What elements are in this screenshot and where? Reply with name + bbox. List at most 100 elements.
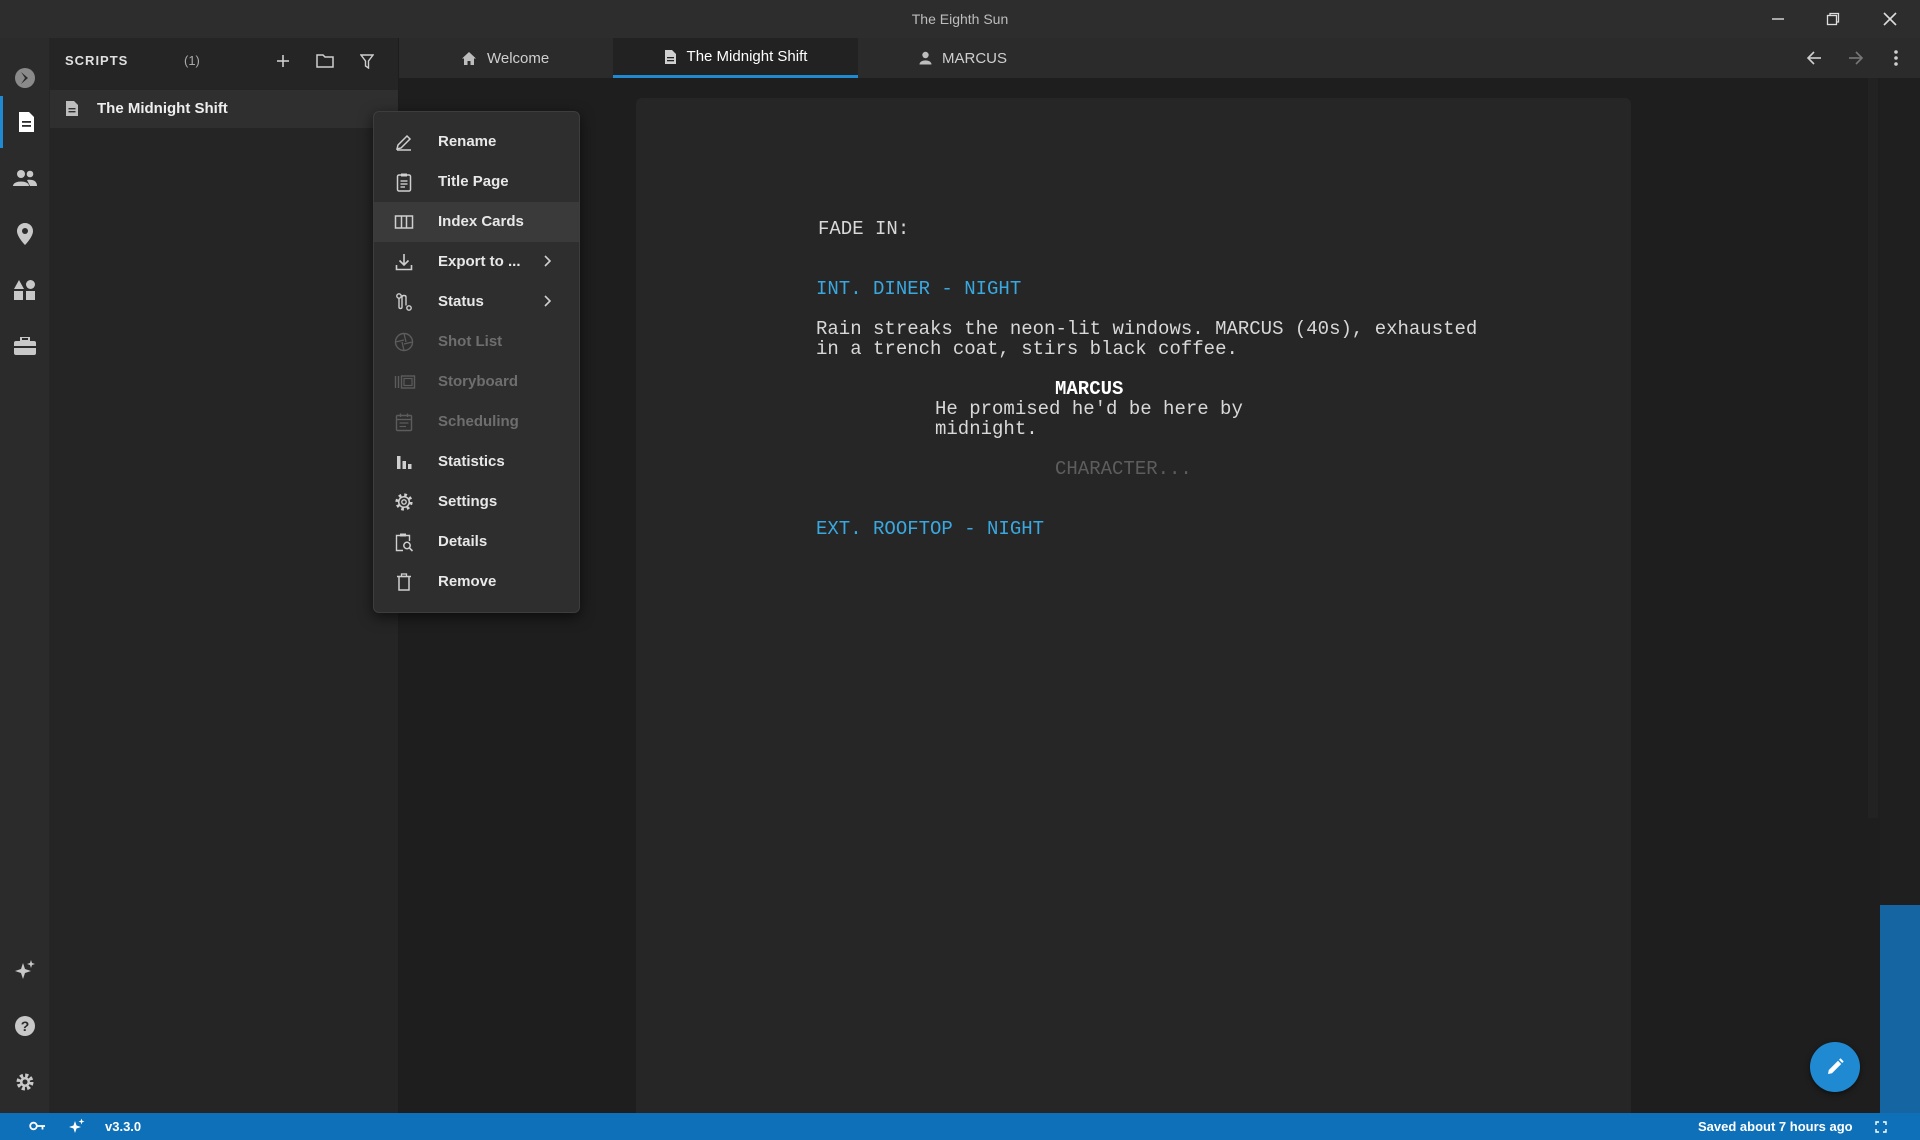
menu-item-label: Shot List bbox=[438, 333, 503, 350]
title-bar: The Eighth Sun bbox=[0, 0, 1920, 38]
settings-gear-icon bbox=[16, 1073, 33, 1091]
tab-label: MARCUS bbox=[942, 49, 1008, 67]
window-title: The Eighth Sun bbox=[911, 11, 1009, 27]
add-folder-button[interactable] bbox=[313, 49, 337, 73]
menu-item-label: Export to ... bbox=[438, 253, 521, 270]
more-options-button[interactable] bbox=[1884, 46, 1908, 70]
logo-icon bbox=[14, 68, 35, 88]
restore-icon bbox=[1826, 12, 1840, 26]
activity-bar: ? bbox=[0, 38, 50, 1113]
menu-item-label: Title Page bbox=[438, 173, 509, 190]
gear-icon bbox=[394, 492, 414, 512]
menu-item-shot-list: Shot List bbox=[374, 322, 579, 362]
sidebar-title: SCRIPTS bbox=[65, 53, 129, 68]
sidebar-header: SCRIPTS (1) bbox=[50, 38, 398, 84]
menu-item-index-cards[interactable]: Index Cards bbox=[374, 202, 579, 242]
edit-fab-button[interactable] bbox=[1810, 1042, 1860, 1092]
menu-item-label: Index Cards bbox=[438, 213, 524, 230]
back-button[interactable] bbox=[1802, 46, 1826, 70]
folder-icon bbox=[316, 54, 334, 68]
svg-text:?: ? bbox=[20, 1018, 29, 1034]
scripts-icon bbox=[19, 112, 34, 132]
character-placeholder[interactable]: CHARACTER... bbox=[1055, 459, 1192, 479]
home-icon bbox=[462, 51, 476, 65]
dialogue-line[interactable]: He promised he'd be here by bbox=[935, 399, 1243, 419]
menu-item-label: Scheduling bbox=[438, 413, 519, 430]
pencil-icon bbox=[1828, 1058, 1844, 1074]
calendar-icon bbox=[394, 412, 414, 432]
scene-heading[interactable]: INT. DINER - NIGHT bbox=[816, 279, 1021, 299]
script-item-label: The Midnight Shift bbox=[97, 100, 228, 117]
key-icon bbox=[29, 1121, 45, 1131]
scripts-count: (1) bbox=[184, 53, 200, 68]
characters-icon bbox=[12, 170, 37, 186]
arrow-right-icon bbox=[1849, 51, 1864, 65]
plus-icon bbox=[277, 55, 289, 67]
activity-elements[interactable] bbox=[0, 264, 49, 316]
filter-icon bbox=[360, 53, 374, 69]
help-icon: ? bbox=[14, 1016, 35, 1036]
menu-item-status[interactable]: Status bbox=[374, 282, 579, 322]
scene-heading[interactable]: EXT. ROOFTOP - NIGHT bbox=[816, 519, 1044, 539]
dialogue-line[interactable]: midnight. bbox=[935, 419, 1038, 439]
download-icon bbox=[394, 252, 414, 272]
close-icon bbox=[1883, 12, 1897, 26]
menu-item-details[interactable]: Details bbox=[374, 522, 579, 562]
script-editor[interactable]: FADE IN: INT. DINER - NIGHT Rain streaks… bbox=[399, 78, 1880, 1113]
fullscreen-button[interactable] bbox=[1875, 1121, 1887, 1133]
aperture-icon bbox=[394, 332, 414, 352]
activity-characters[interactable] bbox=[0, 152, 49, 204]
forward-button[interactable] bbox=[1844, 46, 1868, 70]
menu-item-label: Details bbox=[438, 533, 488, 550]
activity-help[interactable]: ? bbox=[0, 1000, 49, 1052]
ai-sparkle-icon bbox=[69, 1118, 85, 1133]
screenplay-page[interactable]: FADE IN: INT. DINER - NIGHT Rain streaks… bbox=[636, 98, 1631, 1113]
menu-item-export[interactable]: Export to ... bbox=[374, 242, 579, 282]
tab-label: Welcome bbox=[487, 49, 550, 67]
menu-item-settings[interactable]: Settings bbox=[374, 482, 579, 522]
arrow-left-icon bbox=[1806, 51, 1821, 65]
action-line[interactable]: in a trench coat, stirs black coffee. bbox=[816, 339, 1238, 359]
details-icon bbox=[394, 532, 414, 552]
activity-toolbox[interactable] bbox=[0, 320, 49, 372]
status-icon bbox=[394, 292, 414, 312]
menu-item-label: Rename bbox=[438, 133, 497, 150]
scrollbar-thumb[interactable] bbox=[1880, 905, 1920, 1113]
menu-item-label: Remove bbox=[438, 573, 497, 590]
bar-chart-icon bbox=[394, 452, 414, 472]
activity-settings[interactable] bbox=[0, 1056, 49, 1108]
transition-line[interactable]: FADE IN: bbox=[818, 219, 909, 239]
tab-welcome[interactable]: Welcome bbox=[461, 38, 581, 78]
app-version: v3.3.0 bbox=[105, 1119, 142, 1134]
menu-item-title-page[interactable]: Title Page bbox=[374, 162, 579, 202]
pencil-icon bbox=[394, 132, 414, 152]
activity-scripts[interactable] bbox=[0, 96, 49, 148]
activity-locations[interactable] bbox=[0, 208, 49, 260]
document-icon bbox=[664, 49, 676, 64]
trash-icon bbox=[394, 572, 414, 592]
minimize-button[interactable] bbox=[1756, 0, 1800, 38]
tab-the-midnight-shift[interactable]: The Midnight Shift bbox=[613, 38, 858, 78]
add-script-button[interactable] bbox=[271, 49, 295, 73]
tab-bar: Welcome The Midnight Shift MARCUS bbox=[399, 38, 1920, 78]
menu-item-statistics[interactable]: Statistics bbox=[374, 442, 579, 482]
minimize-icon bbox=[1772, 18, 1784, 20]
restore-button[interactable] bbox=[1811, 0, 1855, 38]
license-key-button[interactable] bbox=[29, 1120, 46, 1132]
scripts-sidebar: SCRIPTS (1) The Midnight Shift bbox=[50, 38, 399, 1113]
script-list-item[interactable]: The Midnight Shift bbox=[50, 90, 398, 128]
tab-marcus[interactable]: MARCUS bbox=[919, 38, 1039, 78]
menu-item-remove[interactable]: Remove bbox=[374, 562, 579, 602]
action-line[interactable]: Rain streaks the neon-lit windows. MARCU… bbox=[816, 319, 1477, 339]
menu-item-scheduling: Scheduling bbox=[374, 402, 579, 442]
activity-ai[interactable] bbox=[0, 944, 49, 996]
fullscreen-icon bbox=[1875, 1121, 1887, 1133]
ai-status-button[interactable] bbox=[68, 1118, 85, 1135]
filter-button[interactable] bbox=[355, 49, 379, 73]
menu-item-rename[interactable]: Rename bbox=[374, 122, 579, 162]
person-icon bbox=[919, 51, 932, 65]
character-cue[interactable]: MARCUS bbox=[1055, 379, 1123, 399]
close-button[interactable] bbox=[1868, 0, 1912, 38]
script-context-menu: Rename Title Page Index Cards Export to … bbox=[373, 111, 580, 613]
chevron-right-icon bbox=[542, 294, 552, 308]
